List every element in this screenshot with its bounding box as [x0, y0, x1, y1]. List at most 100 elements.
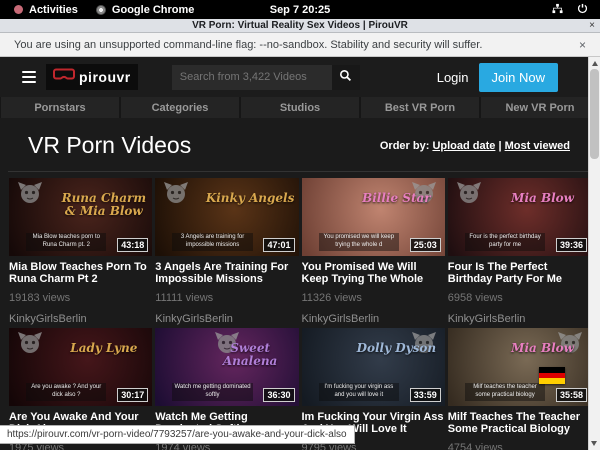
- thumbnail-caption: Mia Blow teaches porn to Runa Charm pt. …: [26, 233, 106, 251]
- order-most-viewed-link[interactable]: Most viewed: [505, 140, 570, 152]
- video-card[interactable]: Billie Star You promised we will keep tr…: [302, 178, 445, 325]
- order-upload-date-link[interactable]: Upload date: [432, 140, 495, 152]
- video-card[interactable]: Mia Blow Milf teaches the teacher some p…: [448, 328, 591, 450]
- video-title[interactable]: You Promised We Will Keep Trying The Who…: [302, 261, 445, 285]
- scrollbar-thumb[interactable]: [590, 69, 599, 159]
- thumbnail-caption: Four is the perfect birthday party for m…: [465, 233, 545, 251]
- infobar-close-icon[interactable]: ×: [579, 38, 586, 52]
- infobar-message: You are using an unsupported command-lin…: [14, 39, 482, 51]
- nav-item-categories[interactable]: Categories: [121, 97, 239, 118]
- search-bar: [172, 65, 360, 90]
- thumbnail-model-name: Mia Blow: [498, 192, 587, 205]
- main-nav: PornstarsCategoriesStudiosBest VR PornNe…: [0, 97, 600, 118]
- thumbnail-model-name: Dolly Dyson: [352, 342, 441, 355]
- studio-cat-mask-icon: [456, 182, 482, 204]
- scrollbar-down-icon[interactable]: [591, 441, 597, 446]
- video-views: 11326 views: [302, 292, 445, 304]
- duration-badge: 47:01: [263, 238, 294, 252]
- video-views: 4754 views: [448, 442, 591, 450]
- video-card[interactable]: Kinky Angels 3 Angels are training for i…: [155, 178, 298, 325]
- thumbnail-model-name: Sweet Analena: [206, 342, 295, 367]
- app-menu-label: Google Chrome: [112, 4, 195, 16]
- vr-goggles-icon: [53, 68, 75, 86]
- logo-text: pirouvr: [79, 69, 131, 85]
- video-card[interactable]: Runa Charm & Mia Blow Mia Blow teaches p…: [9, 178, 152, 325]
- thumbnail-model-name: Runa Charm & Mia Blow: [59, 192, 148, 217]
- duration-badge: 30:17: [117, 388, 148, 402]
- german-flag-icon: [539, 367, 565, 384]
- studio-cat-mask-icon: [17, 332, 43, 354]
- video-thumbnail[interactable]: Dolly Dyson I'm fucking your virgin ass …: [302, 328, 445, 406]
- video-thumbnail[interactable]: Mia Blow Four is the perfect birthday pa…: [448, 178, 591, 256]
- divider: [8, 171, 592, 172]
- join-now-button[interactable]: Join Now: [479, 63, 558, 92]
- video-views: 11111 views: [155, 292, 298, 304]
- video-title[interactable]: Milf Teaches The Teacher Some Practical …: [448, 411, 591, 435]
- site-header: pirouvr Login Join Now: [0, 57, 600, 97]
- nav-item-best-vr-porn[interactable]: Best VR Porn: [361, 97, 479, 118]
- order-by-label: Order by:: [380, 140, 430, 152]
- site-logo[interactable]: pirouvr: [46, 64, 138, 90]
- thumbnail-model-name: Billie Star: [352, 192, 441, 205]
- browser-tab-strip: VR Porn: Virtual Reality Sex Videos | Pi…: [0, 19, 600, 33]
- chrome-infobar: You are using an unsupported command-lin…: [0, 33, 600, 57]
- activities-label: Activities: [29, 4, 78, 16]
- system-top-bar: Activities Google Chrome Sep 7 20:25: [0, 0, 600, 19]
- power-icon[interactable]: [577, 3, 588, 17]
- clock[interactable]: Sep 7 20:25: [270, 4, 331, 16]
- video-thumbnail[interactable]: Lady Lyne Are you awake ? And your dick …: [9, 328, 152, 406]
- duration-badge: 33:59: [410, 388, 441, 402]
- search-icon: [339, 69, 352, 85]
- studio-cat-mask-icon: [163, 182, 189, 204]
- thumbnail-caption: You promised we will keep trying the who…: [319, 233, 399, 251]
- thumbnail-caption: I'm fucking your virgin ass and you will…: [319, 383, 399, 401]
- network-icon[interactable]: [552, 3, 563, 17]
- video-channel[interactable]: KinkyGirlsBerlin: [155, 313, 298, 325]
- menu-icon[interactable]: [22, 71, 36, 84]
- video-grid: Runa Charm & Mia Blow Mia Blow teaches p…: [0, 178, 600, 450]
- tab-close-icon[interactable]: ×: [589, 19, 595, 32]
- video-channel[interactable]: KinkyGirlsBerlin: [448, 313, 591, 325]
- scrollbar[interactable]: [588, 57, 600, 450]
- nav-item-studios[interactable]: Studios: [241, 97, 359, 118]
- video-title[interactable]: Mia Blow Teaches Porn To Runa Charm Pt 2: [9, 261, 152, 285]
- thumbnail-caption: 3 Angels are training for impossible mis…: [172, 233, 252, 251]
- duration-badge: 43:18: [117, 238, 148, 252]
- search-button[interactable]: [332, 65, 360, 90]
- scrollbar-up-icon[interactable]: [592, 61, 598, 66]
- video-views: 19183 views: [9, 292, 152, 304]
- duration-badge: 36:30: [263, 388, 294, 402]
- chrome-icon: [96, 5, 106, 15]
- video-card[interactable]: Mia Blow Four is the perfect birthday pa…: [448, 178, 591, 325]
- thumbnail-caption: Are you awake ? And your dick also ?: [26, 383, 106, 401]
- video-channel[interactable]: KinkyGirlsBerlin: [9, 313, 152, 325]
- page-content: VR Porn Videos Order by: Upload date | M…: [0, 118, 600, 450]
- tab-title[interactable]: VR Porn: Virtual Reality Sex Videos | Pi…: [192, 20, 408, 31]
- page-title: VR Porn Videos: [28, 132, 191, 159]
- duration-badge: 35:58: [556, 388, 587, 402]
- video-thumbnail[interactable]: Kinky Angels 3 Angels are training for i…: [155, 178, 298, 256]
- activities-button[interactable]: Activities: [14, 4, 78, 16]
- activities-icon: [14, 5, 23, 14]
- duration-badge: 25:03: [410, 238, 441, 252]
- nav-item-new-vr-porn[interactable]: New VR Porn: [481, 97, 599, 118]
- video-thumbnail[interactable]: Sweet Analena Watch me getting dominated…: [155, 328, 298, 406]
- video-thumbnail[interactable]: Mia Blow Milf teaches the teacher some p…: [448, 328, 591, 406]
- app-menu-button[interactable]: Google Chrome: [96, 4, 195, 16]
- thumbnail-model-name: Lady Lyne: [59, 342, 148, 355]
- video-thumbnail[interactable]: Runa Charm & Mia Blow Mia Blow teaches p…: [9, 178, 152, 256]
- video-title[interactable]: 3 Angels Are Training For Impossible Mis…: [155, 261, 298, 285]
- login-link[interactable]: Login: [437, 70, 469, 85]
- thumbnail-model-name: Kinky Angels: [206, 192, 295, 205]
- thumbnail-model-name: Mia Blow: [498, 342, 587, 355]
- search-input[interactable]: [172, 65, 332, 90]
- video-channel[interactable]: KinkyGirlsBerlin: [302, 313, 445, 325]
- video-title[interactable]: Four Is The Perfect Birthday Party For M…: [448, 261, 591, 285]
- thumbnail-caption: Watch me getting dominated softly: [172, 383, 252, 401]
- studio-cat-mask-icon: [17, 182, 43, 204]
- order-by: Order by: Upload date | Most viewed: [380, 140, 570, 152]
- nav-item-pornstars[interactable]: Pornstars: [1, 97, 119, 118]
- browser-status-url: https://pirouvr.com/vr-porn-video/779325…: [0, 425, 355, 444]
- video-thumbnail[interactable]: Billie Star You promised we will keep tr…: [302, 178, 445, 256]
- video-views: 6958 views: [448, 292, 591, 304]
